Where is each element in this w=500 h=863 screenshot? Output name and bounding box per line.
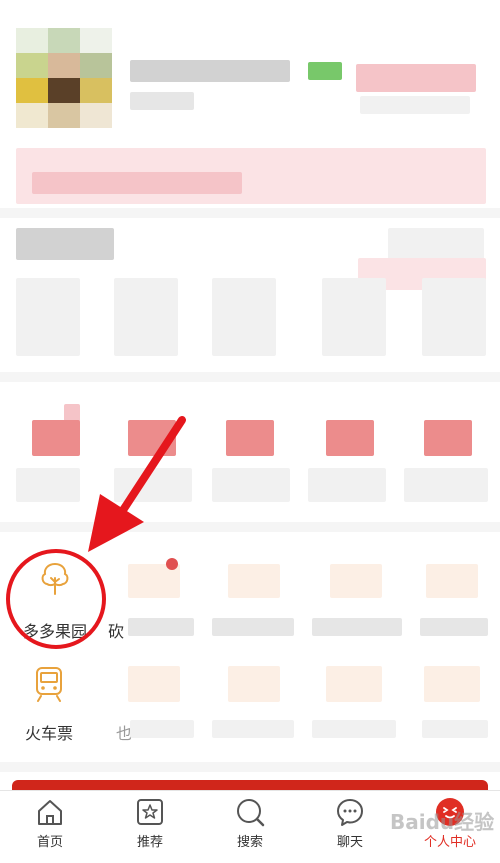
tool-icon-4[interactable]	[330, 564, 382, 598]
tool-label-7	[130, 720, 194, 738]
badge-blur	[308, 62, 342, 80]
tab-recommend[interactable]: 推荐	[110, 797, 190, 861]
tool-label-3	[212, 618, 294, 636]
tool-label-4	[312, 618, 402, 636]
tool-icon-8[interactable]	[228, 666, 280, 702]
orders-viewall-blur[interactable]	[388, 228, 484, 260]
train-ticket-item[interactable]: 火车票	[4, 664, 94, 744]
order-status-4[interactable]	[322, 278, 386, 356]
red-arrow	[88, 416, 186, 552]
avatar[interactable]	[16, 28, 112, 128]
service-icon-4[interactable]	[326, 420, 374, 456]
tab-recommend-label: 推荐	[136, 835, 163, 850]
username-blur	[130, 60, 290, 82]
service-label-4	[308, 468, 386, 502]
section-divider	[0, 762, 500, 772]
search-icon	[237, 799, 265, 827]
promo-banner-text	[32, 172, 242, 194]
bargain-label: 砍	[108, 622, 125, 641]
tool-label-9	[312, 720, 396, 738]
tool-label-2	[128, 618, 194, 636]
highlight-circle	[6, 549, 106, 649]
row2-partial-label: 也	[116, 724, 133, 743]
service-label-1	[16, 468, 80, 502]
order-status-1[interactable]	[16, 278, 80, 356]
tab-chat[interactable]: 聊天	[310, 797, 390, 861]
service-icon-3[interactable]	[226, 420, 274, 456]
orders-title-blur	[16, 228, 114, 260]
tool-icon-10[interactable]	[424, 666, 480, 702]
tool-icon-3[interactable]	[228, 564, 280, 598]
order-status-3[interactable]	[212, 278, 276, 356]
tool-icon-5[interactable]	[426, 564, 478, 598]
train-ticket-label: 火车票	[24, 724, 73, 743]
section-divider	[0, 208, 500, 218]
tool-label-8	[212, 720, 294, 738]
order-status-2[interactable]	[114, 278, 178, 356]
watermark: Baidu经验	[390, 810, 495, 834]
service-icon-5[interactable]	[424, 420, 472, 456]
chat-bubble-icon	[337, 799, 363, 826]
notification-dot	[166, 558, 178, 570]
service-icon-1[interactable]	[32, 420, 80, 456]
header-subaction-blur	[360, 96, 470, 114]
tab-search[interactable]: 搜索	[210, 797, 290, 861]
train-icon	[36, 667, 62, 702]
tool-icon-7[interactable]	[128, 666, 180, 702]
tab-home-label: 首页	[36, 835, 63, 850]
tool-icon-9[interactable]	[326, 666, 382, 702]
header-action-blur[interactable]	[356, 64, 476, 92]
tab-chat-label: 聊天	[336, 835, 363, 850]
service-label-3	[212, 468, 290, 502]
tool-label-5	[420, 618, 488, 636]
section-divider	[0, 522, 500, 532]
order-status-5[interactable]	[422, 278, 486, 356]
user-info-blur	[130, 92, 194, 110]
tab-search-label: 搜索	[236, 835, 263, 850]
home-icon	[38, 800, 62, 825]
star-icon	[137, 799, 163, 825]
tool-label-10	[422, 720, 488, 738]
service-label-5	[404, 468, 488, 502]
section-divider	[0, 372, 500, 382]
tab-home[interactable]: 首页	[10, 797, 90, 861]
